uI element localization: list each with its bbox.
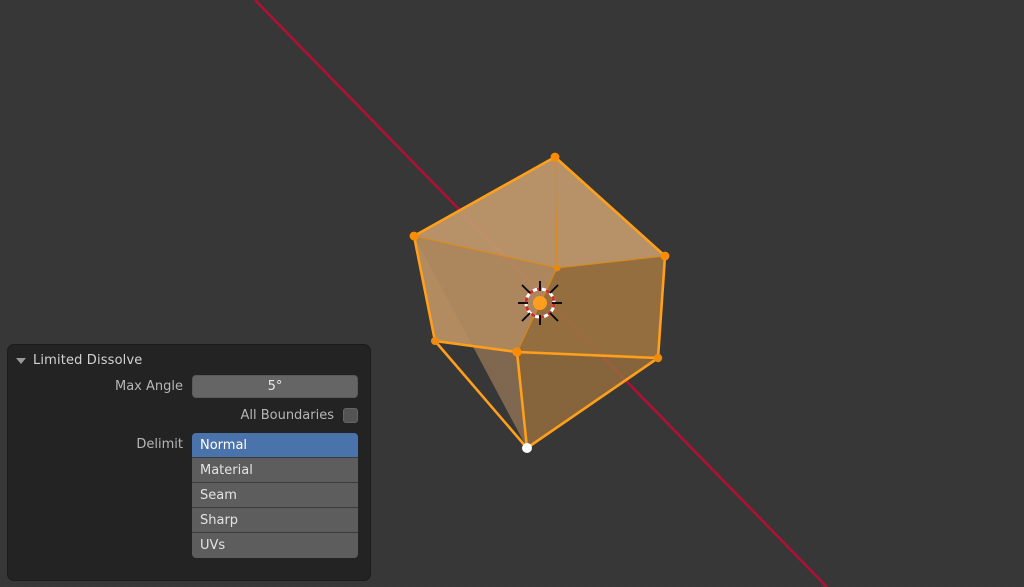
vertex[interactable] [512, 347, 522, 357]
triangle-down-icon[interactable] [16, 357, 26, 364]
vertex[interactable] [660, 251, 670, 261]
vertex[interactable] [653, 353, 663, 363]
delimit-option-uvs[interactable]: UVs [192, 533, 358, 558]
vertex[interactable] [550, 152, 560, 162]
all-boundaries-checkbox[interactable] [343, 408, 358, 423]
delimit-option-sharp[interactable]: Sharp [192, 508, 358, 533]
all-boundaries-label: All Boundaries [240, 408, 334, 423]
max-angle-row: Max Angle 5° [20, 375, 358, 398]
delimit-option-material[interactable]: Material [192, 458, 358, 483]
3d-cursor[interactable] [518, 281, 562, 325]
delimit-option-list[interactable]: Normal Material Seam Sharp UVs [192, 433, 358, 558]
delimit-row: Delimit Normal Material Seam Sharp UVs [20, 433, 358, 558]
vertex[interactable] [409, 231, 419, 241]
all-boundaries-row: All Boundaries [20, 404, 358, 427]
delimit-option-seam[interactable]: Seam [192, 483, 358, 508]
delimit-option-normal[interactable]: Normal [192, 433, 358, 458]
delimit-label: Delimit [136, 437, 183, 452]
vertex[interactable] [553, 264, 561, 272]
max-angle-input[interactable]: 5° [192, 375, 358, 398]
max-angle-label: Max Angle [114, 379, 183, 394]
panel-header[interactable]: Limited Dissolve [8, 345, 370, 375]
vertex-active[interactable] [522, 443, 532, 453]
operator-redo-panel[interactable]: Limited Dissolve Max Angle 5° All Bounda… [8, 345, 370, 580]
vertex[interactable] [431, 337, 439, 345]
panel-title: Limited Dissolve [33, 352, 143, 368]
